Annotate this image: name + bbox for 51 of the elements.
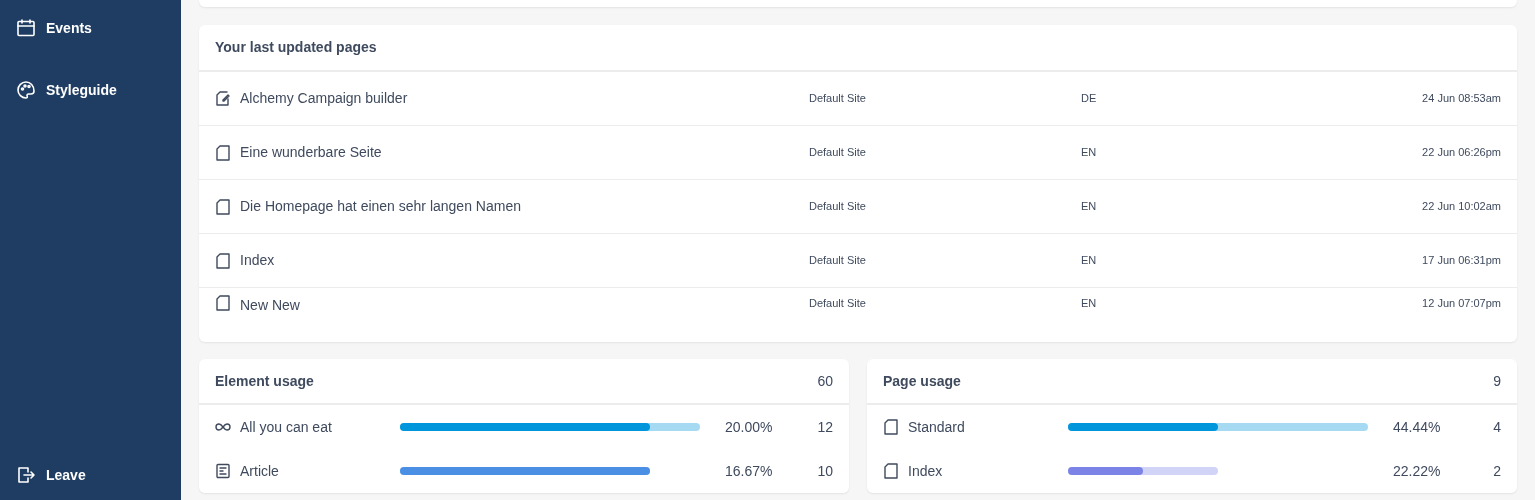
page-link[interactable]: Alchemy Campaign builder <box>240 88 809 109</box>
total-count: 60 <box>817 371 833 391</box>
sidebar-item[interactable]: Styleguide <box>0 70 181 110</box>
page-link[interactable]: New New <box>240 295 809 316</box>
usage-count: 10 <box>817 461 833 481</box>
page-icon <box>215 198 231 215</box>
article-icon <box>215 463 231 479</box>
language-code: DE <box>1081 91 1097 107</box>
card-title: Page usage <box>883 371 961 391</box>
usage-name: Article <box>240 461 280 481</box>
exit-icon <box>16 465 36 485</box>
usage-name: All you can eat <box>240 417 333 437</box>
usage-name: Standard <box>908 417 966 437</box>
language-code: EN <box>1081 296 1097 311</box>
usage-percent: 44.44% <box>1393 417 1442 437</box>
calendar-icon <box>16 18 36 38</box>
card-title: Element usage <box>215 371 314 391</box>
page-edit-icon <box>215 90 231 107</box>
language-code: EN <box>1081 199 1097 215</box>
page-icon <box>215 295 231 311</box>
usage-count: 4 <box>1493 417 1501 437</box>
site-name: Default Site <box>809 253 867 269</box>
sidebar-item[interactable]: Leave <box>0 455 181 495</box>
site-name: Default Site <box>809 145 867 161</box>
updated-time: 17 Jun 06:31pm <box>1422 253 1501 269</box>
total-count: 9 <box>1493 371 1501 391</box>
page-icon <box>883 463 899 479</box>
site-name: Default Site <box>809 296 867 311</box>
usage-count: 2 <box>1493 461 1501 481</box>
card-title: Your last updated pages <box>215 38 377 57</box>
sidebar-item[interactable]: Events <box>0 8 181 48</box>
usage-percent: 16.67% <box>725 461 774 481</box>
usage-count: 12 <box>817 417 833 437</box>
page-link[interactable]: Die Homepage hat einen sehr langen Namen <box>240 196 809 217</box>
updated-time: 22 Jun 10:02am <box>1422 199 1501 215</box>
site-name: Default Site <box>809 91 867 107</box>
updated-time: 22 Jun 06:26pm <box>1422 145 1501 161</box>
page-icon <box>883 419 899 435</box>
page-link[interactable]: Index <box>240 250 809 271</box>
usage-percent: 22.22% <box>1393 461 1442 481</box>
usage-percent: 20.00% <box>725 417 774 437</box>
language-code: EN <box>1081 253 1097 269</box>
palette-icon <box>16 80 36 100</box>
updated-time: 12 Jun 07:07pm <box>1422 296 1501 311</box>
page-icon <box>215 144 231 161</box>
page-icon <box>215 252 231 269</box>
site-name: Default Site <box>809 199 867 215</box>
language-code: EN <box>1081 145 1097 161</box>
page-link[interactable]: Eine wunderbare Seite <box>240 142 809 163</box>
updated-time: 24 Jun 08:53am <box>1422 91 1501 107</box>
usage-name: Index <box>908 461 944 481</box>
